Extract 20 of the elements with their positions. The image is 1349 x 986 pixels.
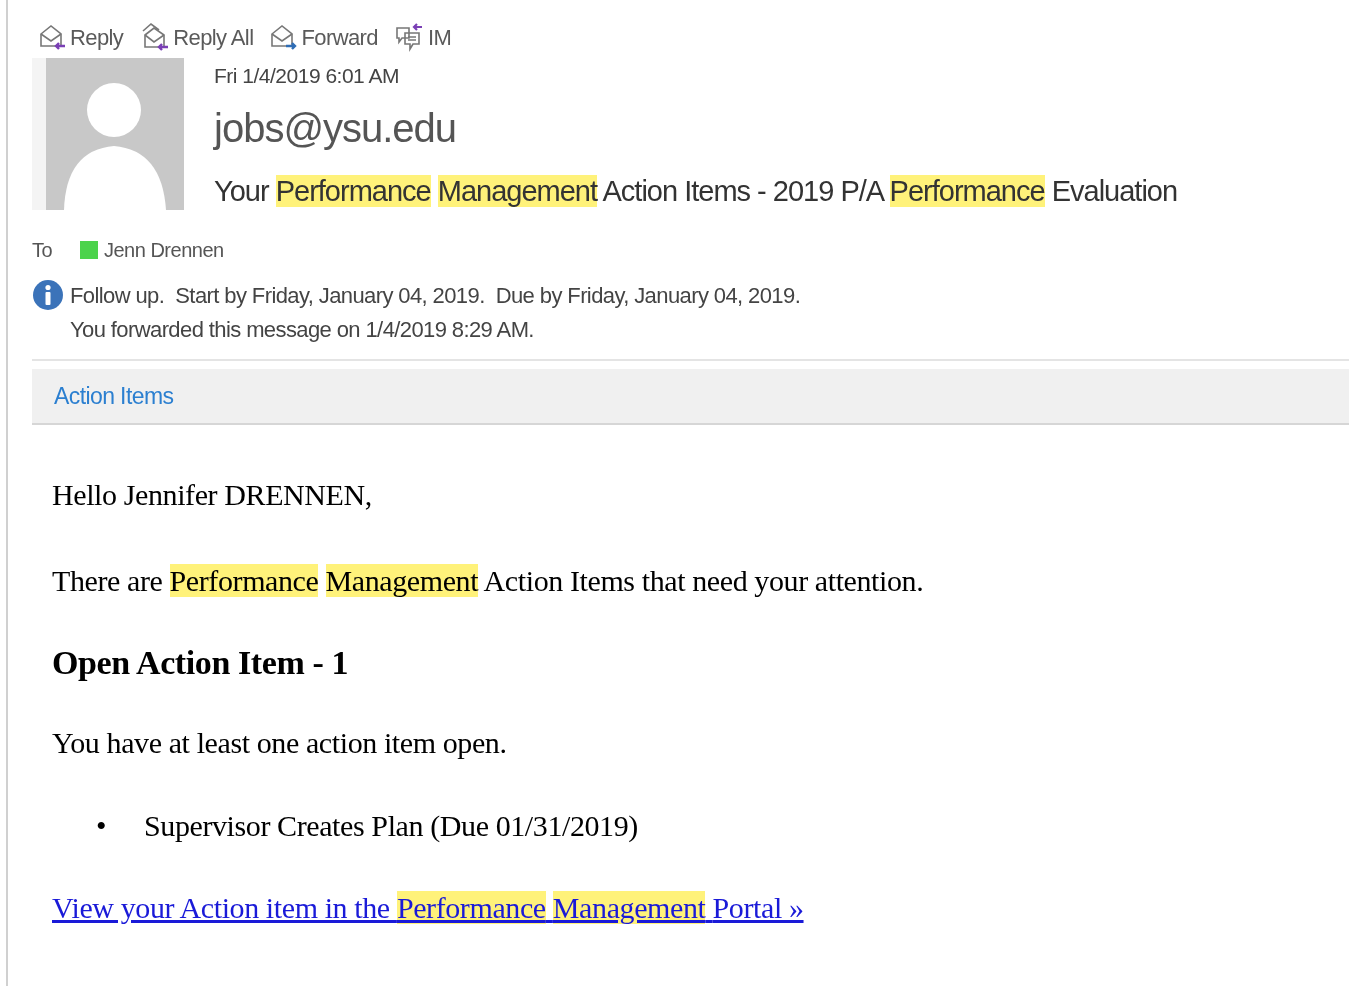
toolbar-button[interactable]: Forward [269,20,378,54]
info-icon [32,279,64,311]
intro-text: There are Performance Management Action Items that need your attention. [52,563,925,599]
bullet: • [95,808,108,844]
toolbar-button[interactable]: Reply All [139,20,254,54]
sent-date: Fri 1/4/2019 6:01 AM [214,63,400,89]
tab[interactable]: Action Items [54,378,174,414]
info-text: You forwarded this message on 1/4/2019 8:29 AM. [70,316,535,344]
envelope-reply-icon [38,22,68,52]
recipient-name[interactable]: Jenn Drennen [104,235,224,265]
note-text: You have at least one action item open. [52,725,508,761]
section-heading: Open Action Item - 1 [52,643,350,683]
to-label: To [32,238,54,263]
avatar-icon [32,58,184,210]
toolbar-button[interactable]: IM [393,20,452,54]
greeting-text: Hello Jennifer DRENNEN, [52,477,373,513]
sender-address: jobs@ysu.edu [214,104,458,152]
toolbar-button[interactable]: Reply [38,20,124,54]
info-text: Follow up. Start by Friday, January 04, 2019. Due by Friday, January 04, 2019. [70,282,801,310]
list-item-text: Supervisor Creates Plan (Due 01/31/2019) [144,808,638,844]
